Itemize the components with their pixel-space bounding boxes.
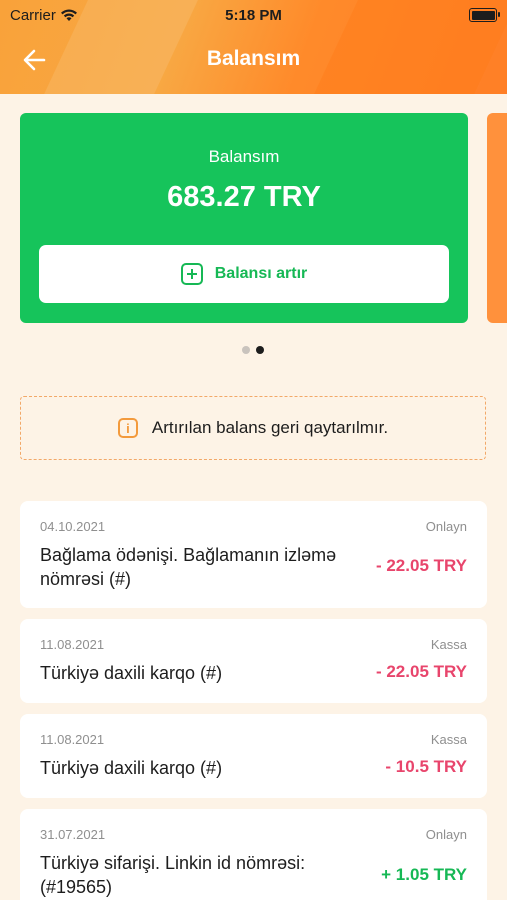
transaction-description: Türkiyə daxili karqo (#) <box>40 663 223 683</box>
transaction-method: Onlayn <box>425 519 467 534</box>
status-bar: Carrier 5:18 PM <box>0 5 507 25</box>
transaction-method: Kassa <box>430 732 467 747</box>
transaction-amount: - 22.05 TRY <box>375 662 467 681</box>
plus-icon <box>180 263 203 285</box>
transaction-description: Türkiyə daxili karqo (#) <box>40 758 223 778</box>
refund-notice: i Artırılan balans geri qaytarılmır. <box>20 396 486 460</box>
transaction-item[interactable]: 31.07.2021 Onlayn Türkiyə sifarişi. Link… <box>20 809 487 900</box>
balance-amount: 683.27 TRY <box>167 181 321 213</box>
transaction-method: Kassa <box>430 637 467 652</box>
add-balance-button[interactable]: Balansı artır <box>39 245 449 303</box>
transaction-description: Türkiyə sifarişi. Linkin id nömrəsi: (#1… <box>40 853 306 897</box>
header: Carrier 5:18 PM Balansım <box>0 0 507 94</box>
page-dot[interactable] <box>242 346 250 354</box>
transaction-description: Bağlama ödənişi. Bağlamanın izləmə nömrə… <box>40 545 337 589</box>
battery-icon <box>469 8 500 22</box>
info-icon: i <box>117 418 138 438</box>
transaction-item[interactable]: 11.08.2021 Kassa Türkiyə daxili karqo (#… <box>20 714 487 798</box>
transaction-date: 31.07.2021 <box>40 827 106 842</box>
page-title: Balansım <box>206 47 301 70</box>
clock: 5:18 PM <box>225 7 282 24</box>
transaction-amount: - 22.05 TRY <box>375 556 467 575</box>
balance-label: Balansım <box>208 147 280 166</box>
add-balance-label: Balansı artır <box>214 265 308 282</box>
transaction-date: 11.08.2021 <box>40 637 105 652</box>
transaction-method: Onlayn <box>425 827 467 842</box>
transaction-amount: + 1.05 TRY <box>381 865 467 884</box>
transaction-item[interactable]: 11.08.2021 Kassa Türkiyə daxili karqo (#… <box>20 619 487 703</box>
transaction-date: 11.08.2021 <box>40 732 105 747</box>
balance-card: Balansım 683.27 TRY Balansı artır <box>20 113 468 323</box>
transaction-amount: - 10.5 TRY <box>385 757 467 776</box>
transaction-item[interactable]: 04.10.2021 Onlayn Bağlama ödənişi. Bağla… <box>20 501 487 608</box>
page-indicator[interactable] <box>242 346 264 354</box>
page-dot-active[interactable] <box>256 346 264 354</box>
notice-text: Artırılan balans geri qaytarılmır. <box>151 418 389 437</box>
transaction-date: 04.10.2021 <box>40 519 106 534</box>
next-card-peek[interactable] <box>487 113 507 323</box>
